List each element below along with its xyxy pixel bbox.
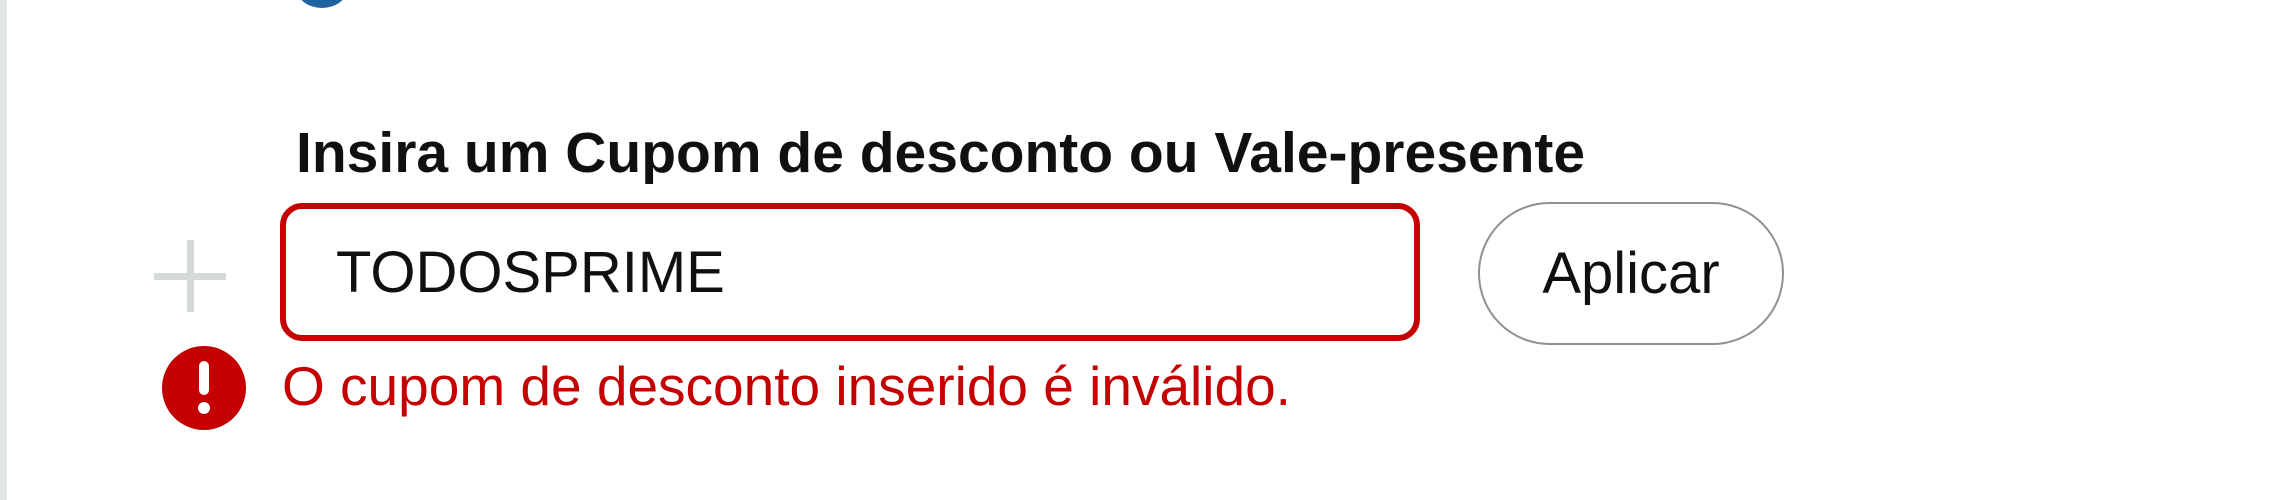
coupon-error-message: O cupom de desconto inserido é inválido.	[282, 355, 1291, 417]
panel-left-border	[0, 0, 7, 500]
error-icon-exclamation-bar	[199, 361, 209, 395]
apply-coupon-button[interactable]: Aplicar	[1478, 202, 1784, 345]
coupon-code-input[interactable]	[280, 203, 1420, 341]
plus-icon-vertical-bar	[187, 240, 194, 312]
radio-button-icon[interactable]	[296, 0, 348, 8]
coupon-section-title: Insira um Cupom de desconto ou Vale-pres…	[296, 121, 1586, 185]
error-icon-exclamation-dot	[198, 402, 210, 414]
plus-icon[interactable]	[154, 240, 226, 312]
coupon-panel: Insira um Cupom de desconto ou Vale-pres…	[0, 0, 2289, 500]
error-circle-icon	[162, 346, 246, 430]
